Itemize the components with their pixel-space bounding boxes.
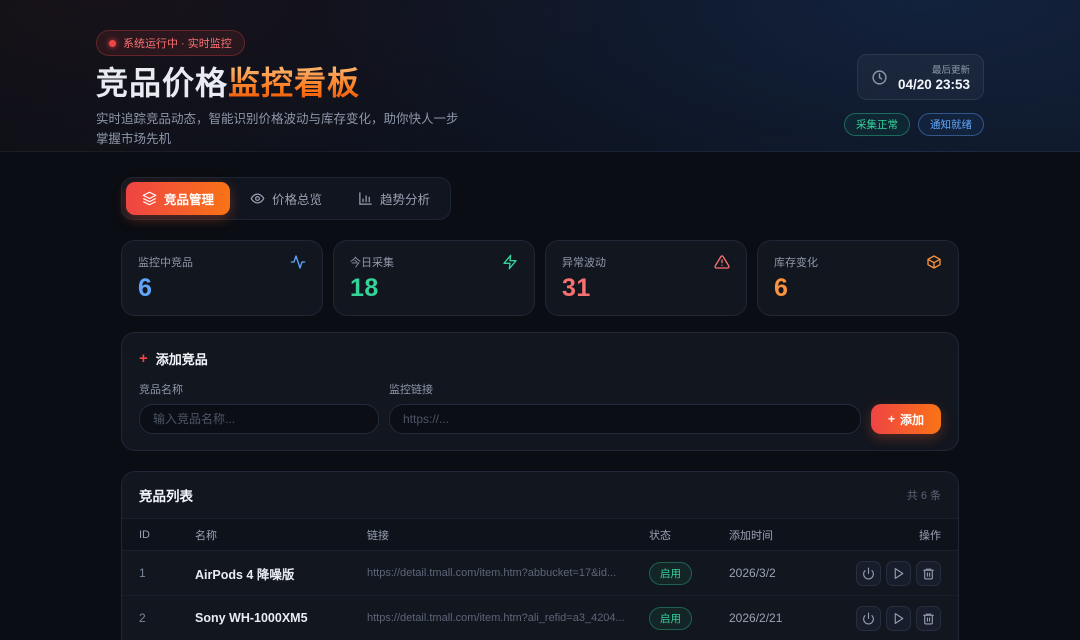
name-field-label: 竞品名称 <box>139 381 379 397</box>
col-date: 添加时间 <box>729 527 855 543</box>
layers-icon <box>142 191 157 206</box>
col-name: 名称 <box>195 527 367 543</box>
plus-icon: + <box>139 350 148 367</box>
stat-value: 6 <box>774 274 942 303</box>
last-update-time: 04/20 23:53 <box>898 77 970 92</box>
stat-card-today-collect: 今日采集 18 <box>333 240 535 316</box>
stats-row: 监控中竞品 6 今日采集 18 异常波动 31 <box>121 240 959 316</box>
table-count: 共 6 条 <box>907 487 941 503</box>
alert-triangle-icon <box>714 254 730 270</box>
stat-card-stock-change: 库存变化 6 <box>757 240 959 316</box>
stat-label: 异常波动 <box>562 254 606 270</box>
last-update-card: 最后更新 04/20 23:53 <box>857 54 984 100</box>
page-title-accent: 监控看板 <box>228 65 360 101</box>
col-id: ID <box>139 529 195 541</box>
system-status-badge: 系统运行中 · 实时监控 <box>96 30 245 56</box>
add-competitor-card: + 添加竞品 竞品名称 监控链接 + 添加 <box>121 332 959 451</box>
collect-status-pill: 采集正常 <box>844 113 910 136</box>
power-toggle-button[interactable] <box>856 606 881 631</box>
package-icon <box>926 254 942 270</box>
header-right: 最后更新 04/20 23:53 采集正常 通知就绪 <box>844 54 984 136</box>
bar-chart-icon <box>358 191 373 206</box>
run-collect-button[interactable] <box>886 561 911 586</box>
main-content: 竞品管理 价格总览 趋势分析 监控中竞品 6 <box>121 152 959 640</box>
stat-label: 库存变化 <box>774 254 818 270</box>
table-column-headers: ID 名称 链接 状态 添加时间 操作 <box>122 518 958 551</box>
plus-icon: + <box>888 412 895 426</box>
stat-card-monitored: 监控中竞品 6 <box>121 240 323 316</box>
row-date: 2026/3/2 <box>729 566 855 580</box>
status-badge: 启用 <box>649 607 692 630</box>
last-update-label: 最后更新 <box>932 62 970 76</box>
page-subtitle: 实时追踪竞品动态，智能识别价格波动与库存变化，助你快人一步掌握市场先机 <box>96 109 468 149</box>
row-name: AirPods 4 降噪版 <box>195 564 367 583</box>
stat-value: 6 <box>138 274 306 303</box>
stat-value: 31 <box>562 274 730 303</box>
row-id: 1 <box>139 566 195 580</box>
tab-competitor-manage[interactable]: 竞品管理 <box>126 182 230 215</box>
bolt-icon <box>502 254 518 270</box>
stat-value: 18 <box>350 274 518 303</box>
hero-header: 系统运行中 · 实时监控 竞品价格监控看板 实时追踪竞品动态，智能识别价格波动与… <box>0 0 1080 152</box>
status-dot-icon <box>109 40 116 47</box>
row-date: 2026/2/21 <box>729 611 855 625</box>
status-badge: 启用 <box>649 562 692 585</box>
table-row: 1 AirPods 4 降噪版 https://detail.tmall.com… <box>122 551 958 596</box>
col-actions: 操作 <box>919 527 941 543</box>
stat-card-anomaly: 异常波动 31 <box>545 240 747 316</box>
system-status-text: 系统运行中 · 实时监控 <box>123 35 232 51</box>
delete-button[interactable] <box>916 606 941 631</box>
tab-trend-analysis[interactable]: 趋势分析 <box>342 182 446 215</box>
row-id: 2 <box>139 611 195 625</box>
url-field-label: 监控链接 <box>389 381 861 397</box>
run-collect-button[interactable] <box>886 606 911 631</box>
add-button[interactable]: + 添加 <box>871 404 941 434</box>
row-link[interactable]: https://detail.tmall.com/item.htm?abbuck… <box>367 567 649 579</box>
stat-label: 监控中竞品 <box>138 254 193 270</box>
delete-button[interactable] <box>916 561 941 586</box>
col-status: 状态 <box>649 527 729 543</box>
add-competitor-title: + 添加竞品 <box>139 349 941 368</box>
row-name: Sony WH-1000XM5 <box>195 611 367 625</box>
tab-bar: 竞品管理 价格总览 趋势分析 <box>121 177 451 220</box>
competitor-name-input[interactable] <box>139 404 379 434</box>
power-toggle-button[interactable] <box>856 561 881 586</box>
table-row: 2 Sony WH-1000XM5 https://detail.tmall.c… <box>122 596 958 640</box>
activity-icon <box>290 254 306 270</box>
notify-status-pill: 通知就绪 <box>918 113 984 136</box>
stat-label: 今日采集 <box>350 254 394 270</box>
table-title: 竞品列表 <box>139 485 193 505</box>
eye-icon <box>250 191 265 206</box>
tab-price-overview[interactable]: 价格总览 <box>234 182 338 215</box>
clock-icon <box>871 69 888 86</box>
row-link[interactable]: https://detail.tmall.com/item.htm?ali_re… <box>367 612 649 624</box>
monitor-url-input[interactable] <box>389 404 861 434</box>
col-link: 链接 <box>367 527 649 543</box>
competitor-list-card: 竞品列表 共 6 条 ID 名称 链接 状态 添加时间 操作 1 AirPods… <box>121 471 959 640</box>
